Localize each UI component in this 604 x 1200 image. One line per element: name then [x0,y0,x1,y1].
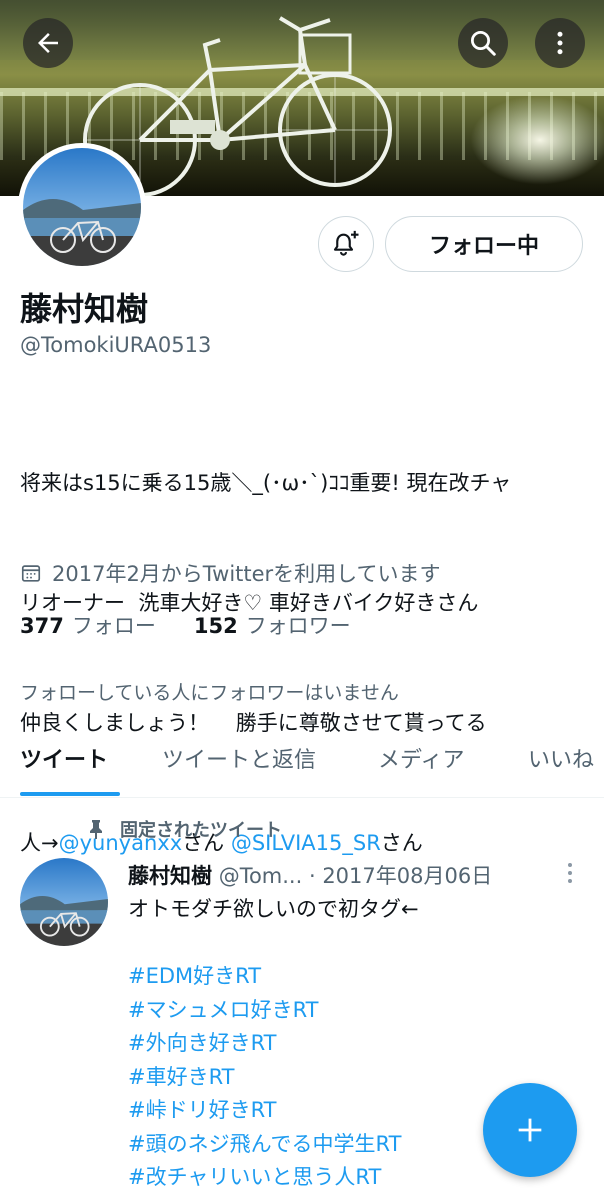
profile-name: 藤村知樹 [20,290,149,328]
pinned-text: 固定されたツイート [120,820,282,841]
following-count: 377 [20,614,64,638]
pinned-tweet-label: 固定されたツイート [86,816,282,842]
mutual-followers-note: フォローしている人にフォロワーはいません [20,682,399,704]
hashtag-link[interactable]: #マシュメロ好きRT [128,994,578,1028]
bell-plus-icon [333,230,359,256]
bio-line: 将来はs15に乗る15歳＼_(･ω･`)ｺｺ重要! 現在改チャ [20,471,512,495]
hashtag-link[interactable]: #EDM好きRT [128,960,578,994]
joined-date: 2017年2月からTwitterを利用しています [20,558,441,588]
tweet-date[interactable]: · 2017年08月06日 [309,864,492,888]
tab-likes[interactable]: いいね [528,742,594,774]
profile-tabs: ツイート ツイートと返信 メディア いいね [0,718,604,798]
joined-text: 2017年2月からTwitterを利用しています [52,562,441,586]
active-tab-indicator [20,792,120,796]
compose-tweet-button[interactable] [483,1083,577,1177]
tweet-author-name[interactable]: 藤村知樹 [128,864,212,888]
tweet-author-avatar[interactable] [20,858,108,946]
bio-text: さん [380,831,423,855]
more-vertical-icon [568,863,572,883]
tweet-header: 藤村知樹 @Tom... · 2017年08月06日 [128,860,492,890]
profile-handle: @TomokiURA0513 [20,333,212,357]
notifications-button[interactable] [318,216,374,272]
pin-icon [90,820,102,839]
back-button[interactable] [23,18,73,68]
following-label: フォロー [71,614,156,638]
tab-media[interactable]: メディア [378,742,464,774]
hashtag-link[interactable]: #外向き好きRT [128,1027,578,1061]
avatar-image [23,148,141,266]
followers-count-link[interactable]: 152 フォロワー [194,610,351,640]
more-options-button[interactable] [535,18,585,68]
search-button[interactable] [458,18,508,68]
followers-count: 152 [193,614,238,638]
profile-avatar[interactable] [18,143,146,271]
calendar-icon [21,565,41,582]
tweet-author-handle[interactable]: @Tom... [219,864,303,888]
avatar-image [20,858,108,946]
more-vertical-icon [557,31,563,55]
follow-counts: 377 フォロー 152 フォロワー [20,610,389,640]
tab-tweets[interactable]: ツイート [20,742,108,774]
followers-label: フォロワー [245,614,351,638]
following-button[interactable]: フォロー中 [385,216,583,272]
search-icon [471,31,496,56]
tweet-line: オトモダチ欲しいので初タグ← [128,897,419,921]
following-count-link[interactable]: 377 フォロー [20,610,156,640]
tab-tweets-and-replies[interactable]: ツイートと返信 [162,742,316,774]
plus-icon [518,1118,542,1142]
tweet-more-button[interactable] [560,860,580,890]
arrow-left-icon [38,33,58,53]
bio-text: 人→ [20,831,59,855]
